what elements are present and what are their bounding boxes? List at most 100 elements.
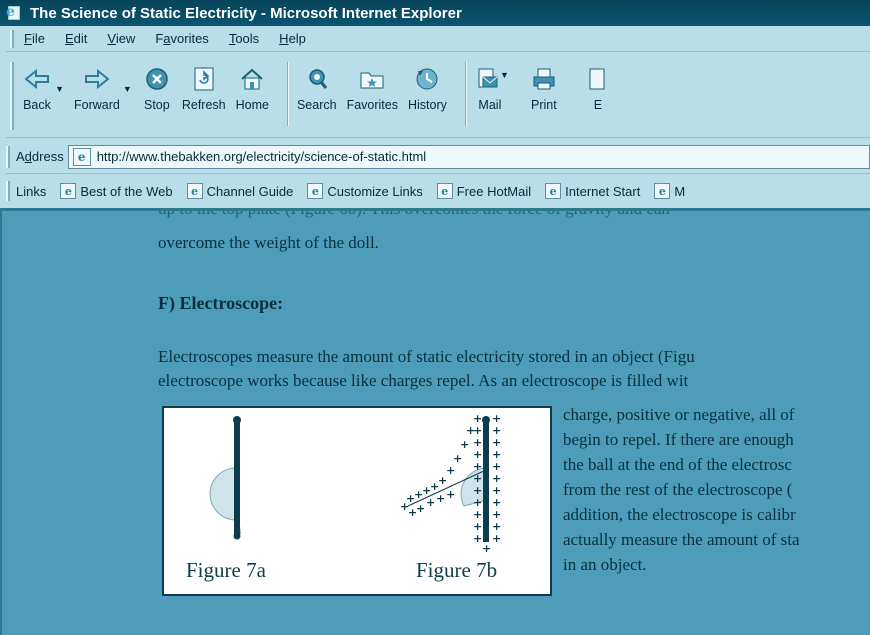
home-icon: [237, 62, 267, 96]
text-line: Electroscopes measure the amount of stat…: [158, 347, 695, 366]
address-bar: Address e http://www.thebakken.org/elect…: [6, 140, 870, 174]
back-label: Back: [23, 98, 51, 112]
section-heading: F) Electroscope:: [158, 293, 284, 313]
menu-view[interactable]: View: [107, 31, 135, 46]
favorites-label: Favorites: [346, 98, 398, 112]
link-page-icon: e: [654, 183, 671, 199]
link-label: Internet Start: [565, 183, 641, 199]
link-free-hotmail[interactable]: e Free HotMail: [436, 183, 532, 199]
svg-text:+: +: [426, 496, 435, 509]
link-label: Customize Links: [327, 183, 423, 199]
wrap-text-line: charge, positive or negative, all of: [563, 405, 795, 424]
mail-label: Mail: [478, 98, 502, 112]
links-grip[interactable]: [6, 181, 10, 201]
search-button[interactable]: Search: [297, 62, 337, 112]
print-label: Print: [531, 98, 557, 112]
toolbar-separator-2: [464, 62, 467, 126]
link-best-of-web[interactable]: e Best of the Web: [60, 183, 173, 199]
favorites-folder-icon: [357, 62, 387, 96]
menu-tools[interactable]: Tools: [229, 31, 259, 46]
forward-label: Forward: [74, 98, 120, 112]
link-page-icon: e: [436, 183, 453, 199]
figure-caption-7b: Figure 7b: [416, 558, 498, 582]
address-url: http://www.thebakken.org/electricity/sci…: [96, 149, 427, 164]
link-label: Channel Guide: [206, 183, 294, 199]
favorites-button[interactable]: Favorites: [347, 62, 398, 112]
back-button[interactable]: Back ▼: [22, 62, 64, 112]
toolbar-grip[interactable]: [10, 62, 14, 130]
forward-dropdown-icon[interactable]: ▼: [123, 84, 132, 94]
window-title: The Science of Static Electricity - Micr…: [30, 4, 462, 22]
menu-grip[interactable]: [10, 29, 14, 48]
electroscope-figure: + + + + + + + + + + + + + + + + + + + + + + + + + + + …: [162, 406, 552, 596]
wrap-text-line: addition, the electroscope is calibr: [563, 505, 796, 524]
refresh-icon: [189, 62, 219, 96]
forward-button[interactable]: Forward ▼: [74, 62, 132, 112]
menu-favorites[interactable]: Favorites: [155, 31, 208, 46]
links-label: Links: [16, 183, 47, 199]
stop-button[interactable]: Stop: [142, 62, 172, 112]
back-dropdown-icon[interactable]: ▼: [55, 84, 64, 94]
svg-text:+: +: [446, 464, 455, 477]
menu-edit[interactable]: Edit: [65, 31, 87, 46]
link-label: Free HotMail: [456, 183, 532, 199]
address-grip[interactable]: [6, 145, 10, 168]
printer-icon: [529, 62, 559, 96]
text-line: overcome the weight of the doll.: [158, 233, 379, 252]
link-label: Best of the Web: [80, 183, 173, 199]
link-page-icon: e: [186, 183, 203, 199]
home-button[interactable]: Home: [236, 62, 269, 112]
history-icon: [412, 62, 442, 96]
forward-arrow-icon: [82, 62, 112, 96]
address-label: Address: [16, 149, 64, 164]
history-label: History: [407, 98, 447, 112]
svg-text:+: +: [416, 502, 425, 515]
menu-bar: File Edit View Favorites Tools Help: [6, 26, 870, 52]
link-internet-start[interactable]: e Internet Start: [545, 183, 640, 199]
svg-text:+: +: [438, 474, 447, 487]
edit-icon: [583, 62, 613, 96]
search-label: Search: [296, 98, 337, 112]
link-label: M: [674, 183, 686, 199]
link-channel-guide[interactable]: e Channel Guide: [186, 183, 294, 199]
links-bar: Links e Best of the Web e Channel Guide eC…: [6, 176, 870, 206]
wrap-text-line: the ball at the end of the electrosc: [563, 455, 792, 474]
figure-caption-7a: Figure 7a: [186, 558, 266, 582]
menu-help[interactable]: Help: [279, 31, 306, 46]
ie-page-icon: e: [6, 4, 24, 22]
mail-dropdown-icon[interactable]: ▼: [500, 70, 509, 80]
link-partial[interactable]: eM: [654, 183, 685, 199]
stop-label: Stop: [143, 98, 170, 112]
electroscope-7b: + + + + + + + + + + + + + + + + ++++ +++ + + + + …: [400, 412, 501, 555]
wrap-text-line: begin to repel. If there are enough: [563, 430, 794, 449]
svg-text:+: +: [492, 532, 501, 545]
link-page-icon: e: [60, 183, 77, 199]
menu-file[interactable]: File: [24, 31, 45, 46]
history-button[interactable]: History: [408, 62, 447, 112]
text-line: electroscope works because like charges …: [158, 371, 689, 390]
title-bar: e The Science of Static Electricity - Mi…: [0, 0, 870, 26]
svg-text:+: +: [436, 492, 445, 505]
edit-label: E: [593, 98, 603, 112]
home-label: Home: [235, 98, 269, 112]
print-button[interactable]: Print: [529, 62, 559, 112]
svg-text:+: +: [482, 542, 491, 555]
svg-text:+: +: [460, 438, 469, 451]
mail-button[interactable]: Mail ▼: [475, 62, 509, 112]
svg-text:+: +: [414, 488, 423, 501]
link-page-icon: e: [545, 183, 562, 199]
refresh-button[interactable]: Refresh: [182, 62, 226, 112]
address-input[interactable]: e http://www.thebakken.org/electricity/s…: [67, 144, 870, 169]
svg-text:+: +: [446, 488, 455, 501]
svg-text:+: +: [473, 532, 482, 545]
page-icon: e: [72, 147, 91, 166]
edit-button-partial[interactable]: E: [583, 62, 613, 112]
wrap-text-line: from the rest of the electroscope (: [563, 480, 793, 499]
electroscope-7a: [209, 416, 241, 540]
cut-off-text-line: up to the top plate (Figure 6b). This ov…: [158, 208, 670, 218]
link-customize-links[interactable]: e Customize Links: [307, 183, 423, 199]
search-icon: [302, 62, 332, 96]
toolbar-separator: [286, 62, 289, 126]
stop-icon: [142, 62, 172, 96]
link-page-icon: e: [307, 183, 324, 199]
